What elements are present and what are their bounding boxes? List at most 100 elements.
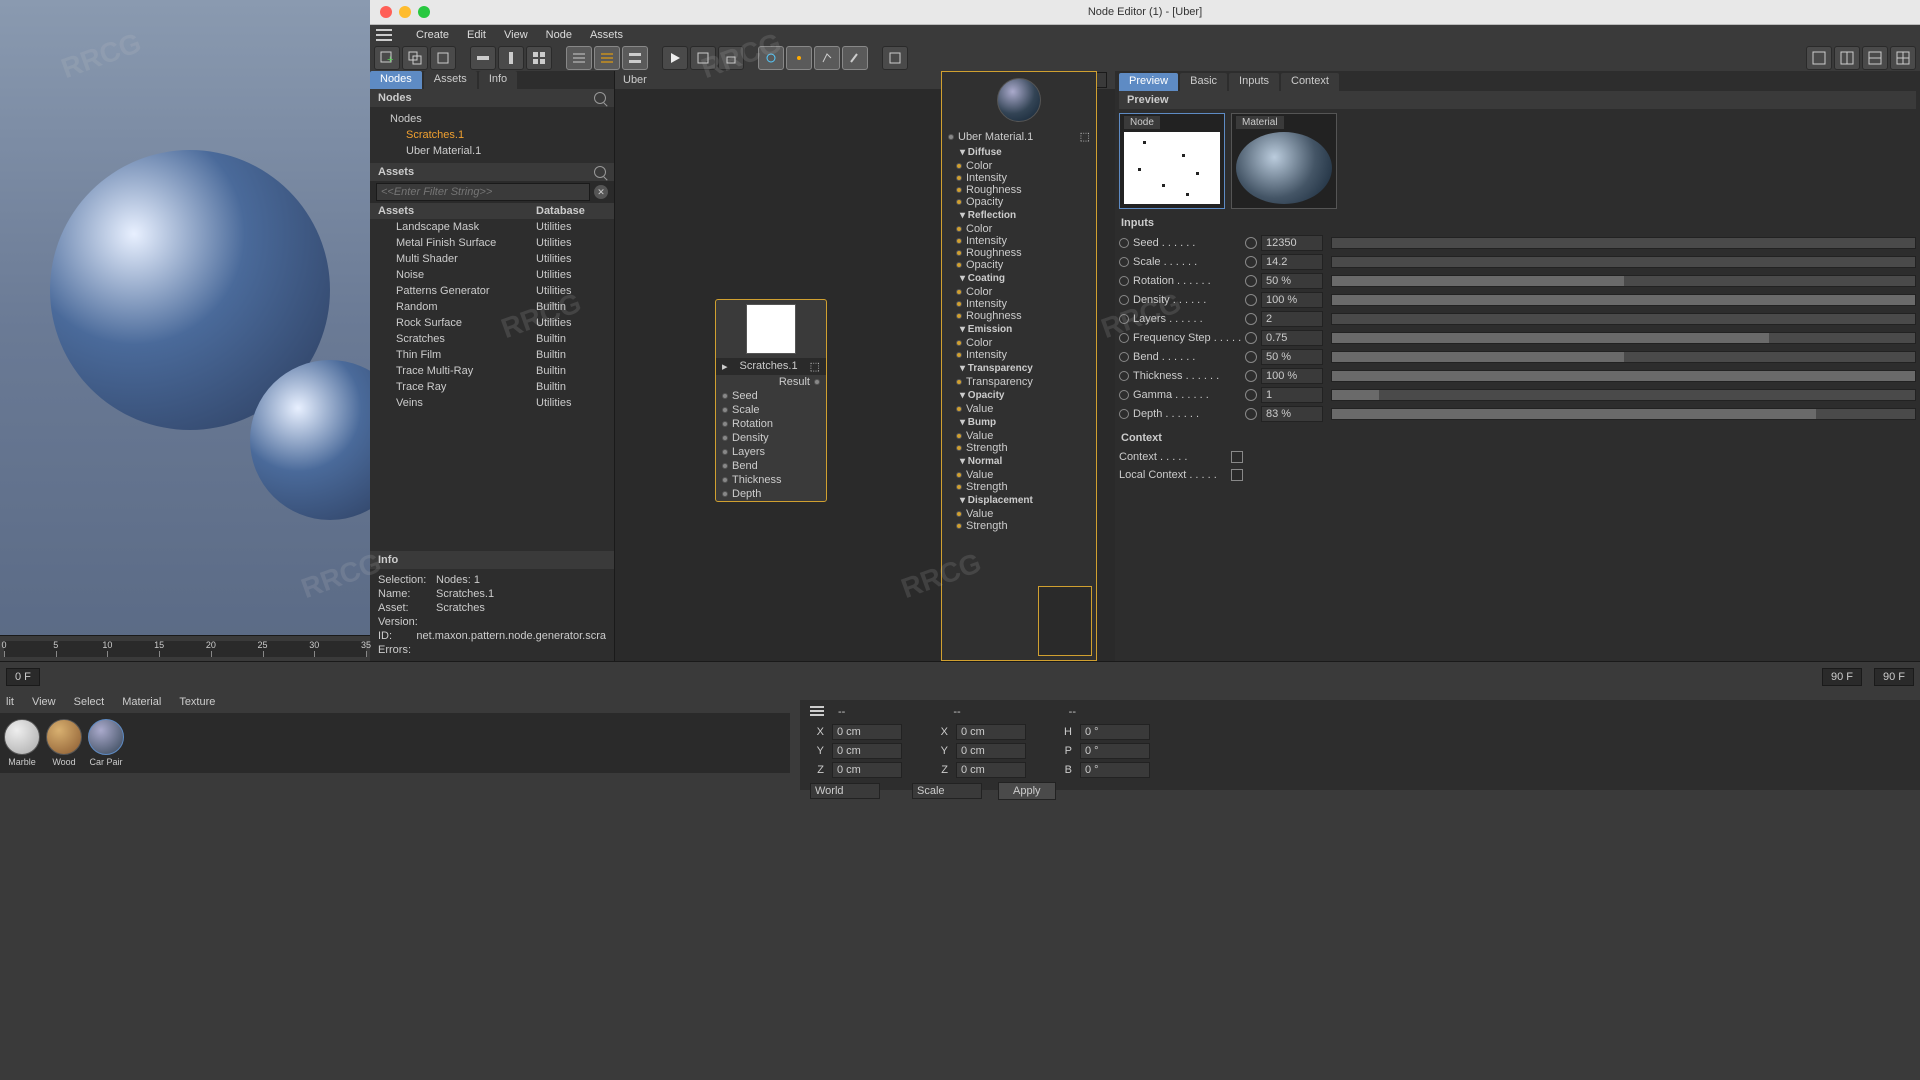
tool-list-1[interactable] [566,46,592,70]
asset-row[interactable]: RandomBuiltin [370,299,614,315]
slider[interactable] [1331,256,1916,268]
tab-nodes[interactable]: Nodes [370,71,422,89]
port-icon[interactable] [1119,390,1129,400]
coord-space-select[interactable]: World [810,783,880,799]
uber-group-transparency[interactable]: ▾ Transparency [942,361,1096,376]
matbar-material[interactable]: Material [122,696,161,708]
uber-port[interactable]: Intensity [942,298,1096,310]
tool-sync[interactable] [690,46,716,70]
tool-play[interactable] [662,46,688,70]
uber-group-coating[interactable]: ▾ Coating [942,271,1096,286]
asset-row[interactable]: NoiseUtilities [370,267,614,283]
uber-group-opacity[interactable]: ▾ Opacity [942,388,1096,403]
uber-port[interactable]: Opacity [942,196,1096,208]
link-icon[interactable] [1245,275,1257,287]
matbar-view[interactable]: View [32,696,56,708]
material-swatch[interactable]: Marble [4,719,40,767]
uber-group-normal[interactable]: ▾ Normal [942,454,1096,469]
slider[interactable] [1331,370,1916,382]
link-icon[interactable] [1245,237,1257,249]
link-icon[interactable] [1245,313,1257,325]
graph-tab-label[interactable]: Uber [623,74,647,86]
frame-right-1[interactable]: 90 F [1822,668,1862,686]
port-icon[interactable] [1119,409,1129,419]
asset-row[interactable]: ScratchesBuiltin [370,331,614,347]
asset-row[interactable]: Thin FilmBuiltin [370,347,614,363]
asset-row[interactable]: Trace RayBuiltin [370,379,614,395]
tool-brush[interactable] [842,46,868,70]
port-icon[interactable] [1119,238,1129,248]
port-density[interactable]: Density [716,431,826,445]
checkbox[interactable] [1231,451,1243,463]
uber-port[interactable]: Roughness [942,184,1096,196]
uber-port[interactable]: Color [942,286,1096,298]
asset-row[interactable]: Rock SurfaceUtilities [370,315,614,331]
tool-ungroup[interactable] [430,46,456,70]
uber-port[interactable]: Value [942,430,1096,442]
node-scratches[interactable]: ▸Scratches.1⬚ Result SeedScaleRotationDe… [715,299,827,502]
uber-group-emission[interactable]: ▾ Emission [942,322,1096,337]
uber-port[interactable]: Strength [942,481,1096,493]
frame-left[interactable]: 0 F [6,668,40,686]
tool-list-3[interactable] [622,46,648,70]
menu-create[interactable]: Create [416,29,449,41]
frame-right-2[interactable]: 90 F [1874,668,1914,686]
port-icon[interactable] [1119,333,1129,343]
input-value[interactable]: 100 % [1261,292,1323,308]
coord-field[interactable]: 0 cm [832,762,902,778]
clear-icon[interactable]: ✕ [594,185,608,199]
uber-minimap[interactable] [1038,586,1092,656]
material-swatch[interactable]: Car Pair [88,719,124,767]
coord-field[interactable]: 0 ° [1080,724,1150,740]
material-tray[interactable]: MarbleWoodCar Pair [0,713,790,773]
slider[interactable] [1331,389,1916,401]
tool-align-h[interactable] [470,46,496,70]
tool-pick[interactable] [814,46,840,70]
input-value[interactable]: 83 % [1261,406,1323,422]
timeline-ruler[interactable]: 05101520253035 [4,641,366,657]
port-icon[interactable] [1119,371,1129,381]
coord-mode-select[interactable]: Scale [912,783,982,799]
coord-field[interactable]: 0 cm [956,762,1026,778]
port-result[interactable]: Result [779,376,810,388]
input-value[interactable]: 1 [1261,387,1323,403]
menu-view[interactable]: View [504,29,528,41]
uber-port[interactable]: Value [942,469,1096,481]
coord-field[interactable]: 0 cm [956,743,1026,759]
port-depth[interactable]: Depth [716,487,826,501]
tab-preview[interactable]: Preview [1119,73,1178,91]
tree-item[interactable]: Scratches.1 [370,127,614,143]
tool-view-1[interactable] [758,46,784,70]
port-thickness[interactable]: Thickness [716,473,826,487]
link-icon[interactable] [1245,370,1257,382]
asset-row[interactable]: VeinsUtilities [370,395,614,411]
input-value[interactable]: 2 [1261,311,1323,327]
tool-settings[interactable] [882,46,908,70]
tab-context[interactable]: Context [1281,73,1339,91]
port-icon[interactable] [1119,314,1129,324]
uber-port[interactable]: Opacity [942,259,1096,271]
preview-material[interactable]: Material [1231,113,1337,209]
uber-group-diffuse[interactable]: ▾ Diffuse [942,145,1096,160]
uber-port[interactable]: Roughness [942,247,1096,259]
port-rotation[interactable]: Rotation [716,417,826,431]
port-icon[interactable] [1119,257,1129,267]
uber-port[interactable]: Intensity [942,172,1096,184]
layout-3[interactable] [1862,46,1888,70]
uber-port[interactable]: Color [942,337,1096,349]
search-icon[interactable] [594,92,606,104]
uber-port[interactable]: Roughness [942,310,1096,322]
uber-port[interactable]: Intensity [942,235,1096,247]
tool-group[interactable] [402,46,428,70]
slider[interactable] [1331,313,1916,325]
input-value[interactable]: 0.75 [1261,330,1323,346]
viewport-3d[interactable] [0,0,370,660]
asset-row[interactable]: Metal Finish SurfaceUtilities [370,235,614,251]
port-icon[interactable] [1119,352,1129,362]
coord-field[interactable]: 0 cm [832,724,902,740]
link-icon[interactable] [1245,294,1257,306]
slider[interactable] [1331,275,1916,287]
link-icon[interactable] [1245,351,1257,363]
timeline[interactable]: 05101520253035 [0,635,370,661]
tree-item[interactable]: Uber Material.1 [370,143,614,159]
